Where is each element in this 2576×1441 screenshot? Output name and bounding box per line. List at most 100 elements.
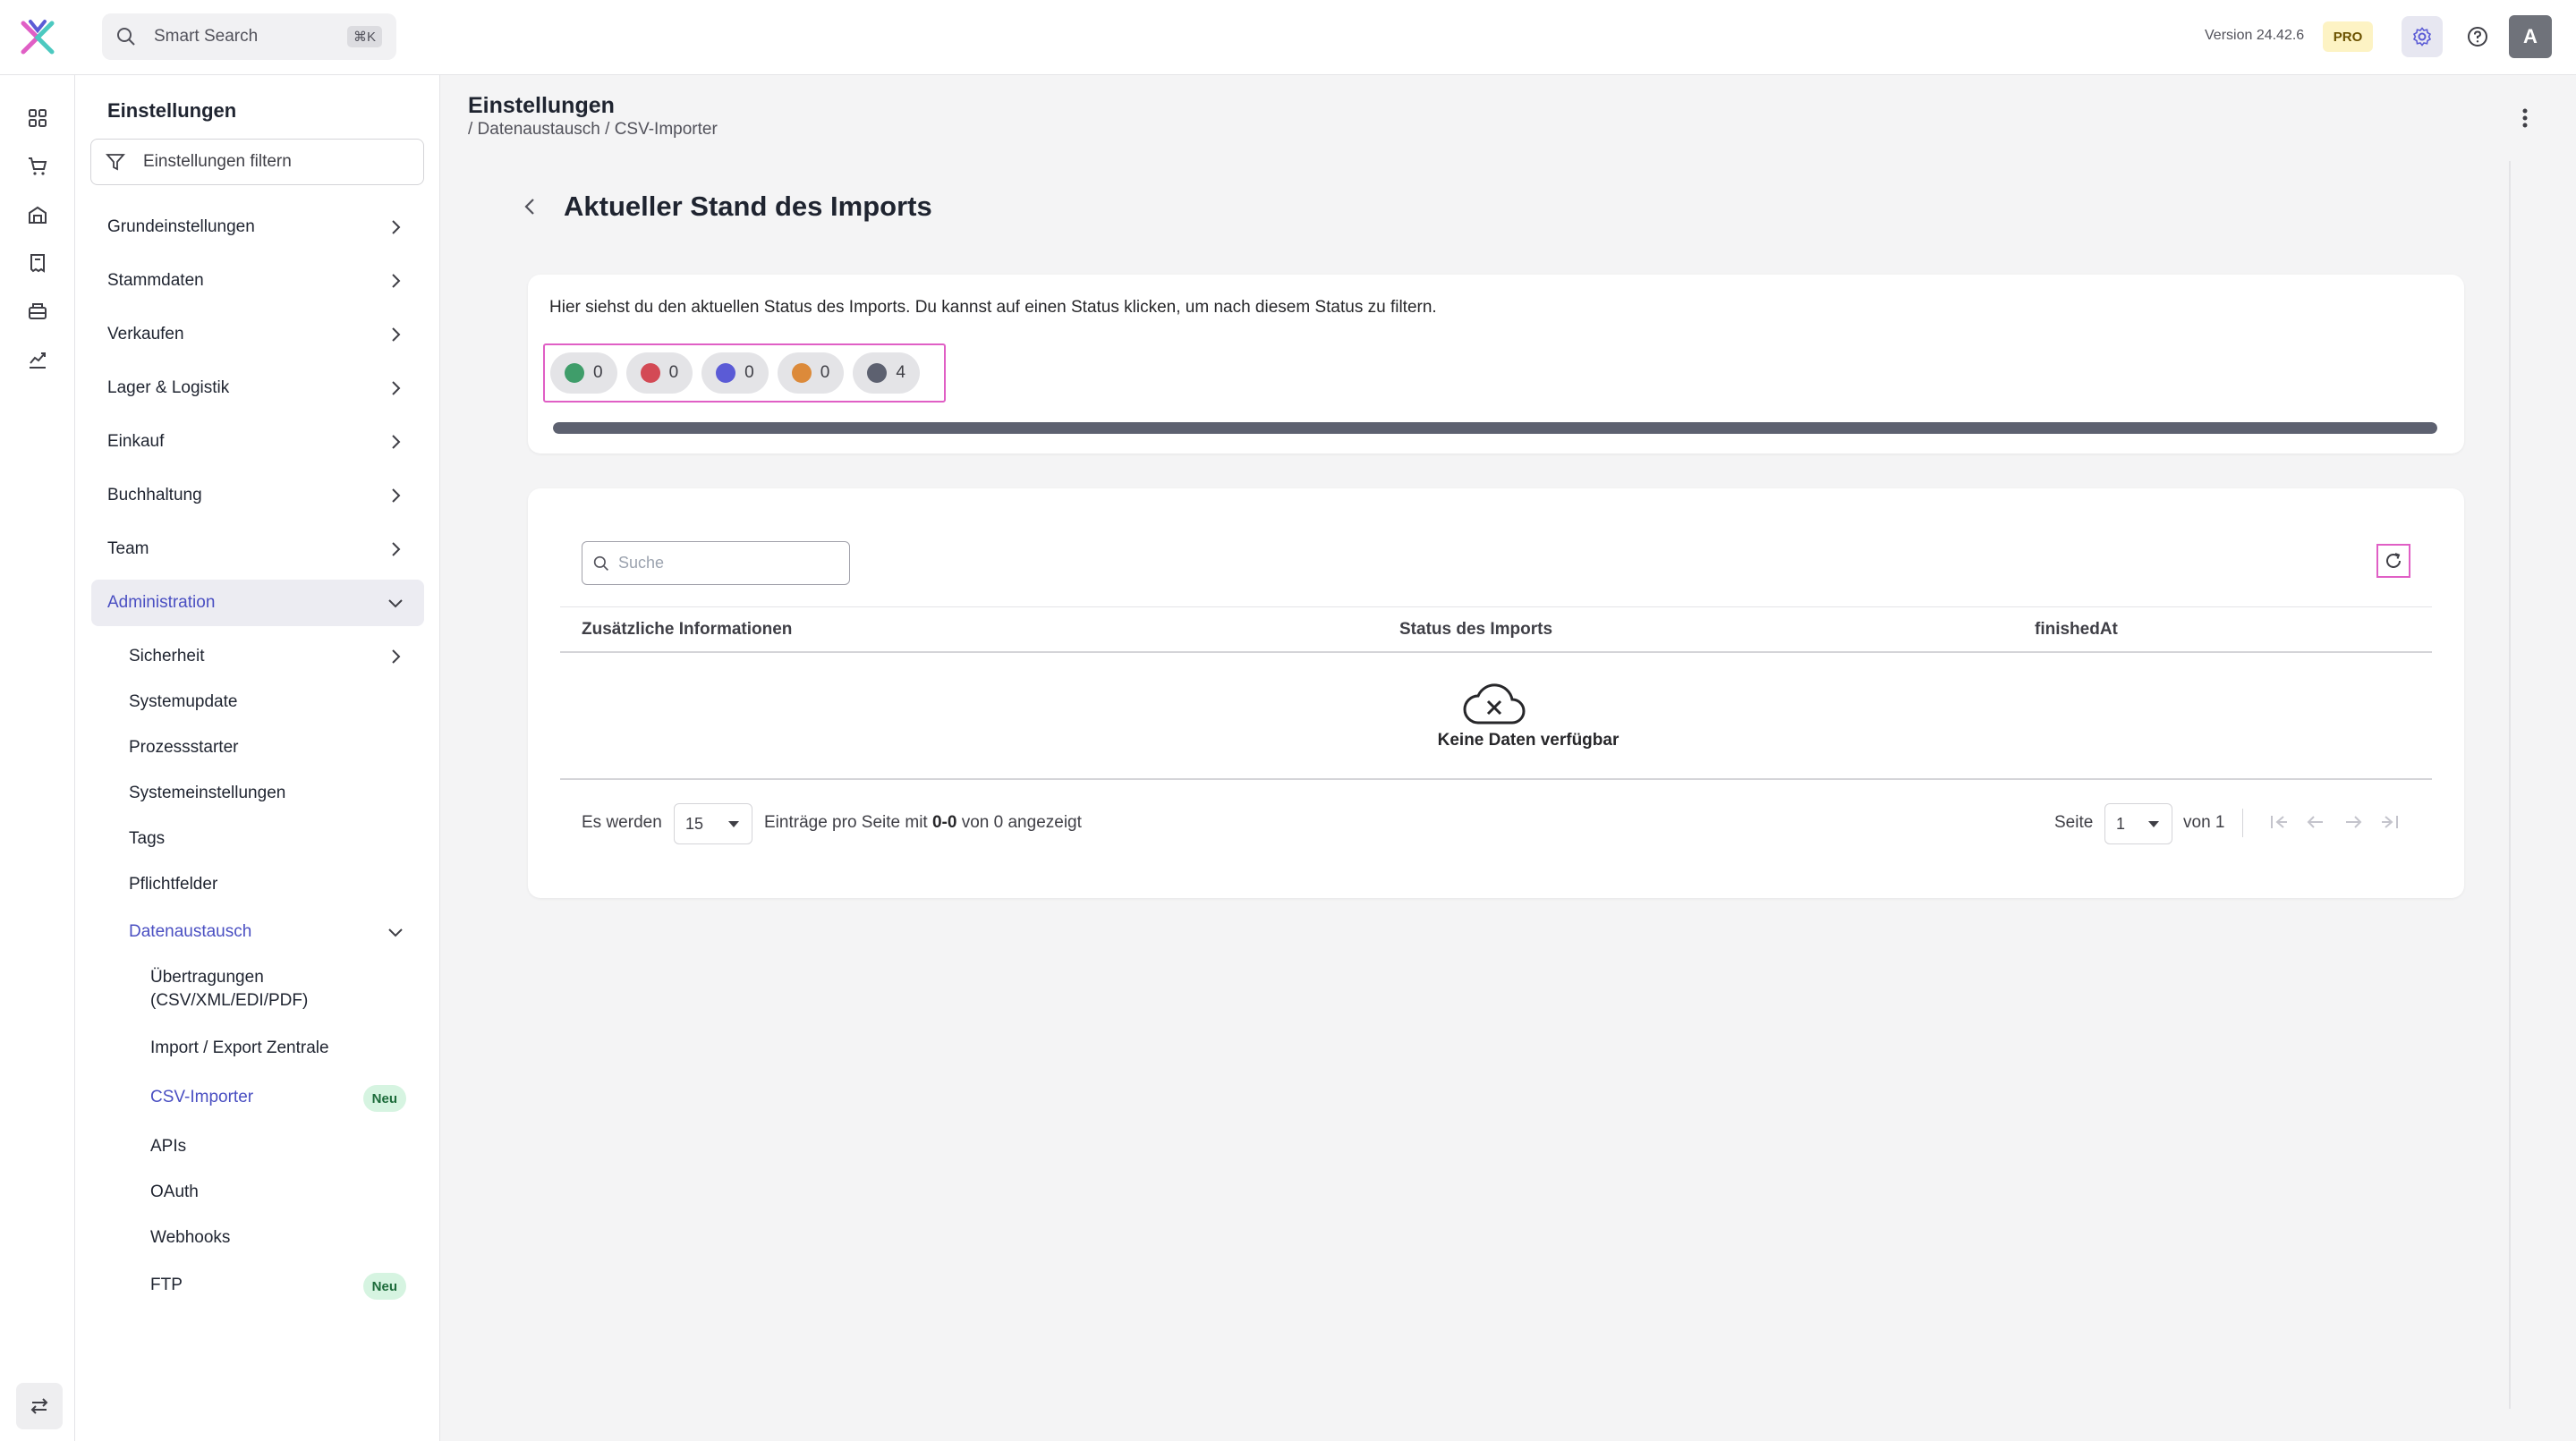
sidebar-item-verkaufen[interactable]: Verkaufen: [91, 311, 424, 358]
chevron-right-icon: [392, 435, 401, 449]
sidebar-item-label: Import / Export Zentrale: [150, 1038, 329, 1057]
chevron-right-icon: [392, 649, 401, 664]
sidebar-item-systemeinstellungen[interactable]: Systemeinstellungen: [91, 770, 424, 817]
sidebar-item-uebertragungen[interactable]: Übertragungen (CSV/XML/EDI/PDF): [91, 962, 424, 1016]
register-icon[interactable]: [23, 297, 52, 326]
sidebar-title: Einstellungen: [107, 99, 237, 122]
cart-icon[interactable]: [23, 152, 52, 181]
sidebar-item-sicherheit[interactable]: Sicherheit: [91, 633, 424, 680]
page-select-value: 1: [2116, 814, 2126, 833]
new-badge: Neu: [362, 1085, 406, 1112]
chevron-right-icon: [392, 327, 401, 342]
sidebar-item-prozessstarter[interactable]: Prozessstarter: [91, 725, 424, 771]
sidebar-item-systemupdate[interactable]: Systemupdate: [91, 679, 424, 725]
import-table-card: Suche Zusätzliche Informationen Status d…: [528, 488, 2464, 898]
sidebar-item-grundeinstellungen[interactable]: Grundeinstellungen: [91, 204, 424, 250]
last-page-icon[interactable]: [2380, 811, 2402, 833]
sidebar-item-oauth[interactable]: OAuth: [91, 1169, 424, 1216]
sidebar-item-csv-importer[interactable]: CSV-Importer Neu: [91, 1074, 424, 1121]
sidebar-item-datenaustausch[interactable]: Datenaustausch: [91, 909, 424, 955]
more-vertical-icon[interactable]: [2520, 106, 2530, 131]
status-count: 0: [820, 363, 830, 382]
sidebar-item-ftp[interactable]: FTP Neu: [91, 1262, 424, 1309]
sidebar-item-administration[interactable]: Administration: [91, 580, 424, 626]
sidebar-item-label: Administration: [107, 593, 216, 612]
sidebar-item-label: FTP: [150, 1276, 183, 1294]
status-chip-error[interactable]: 0: [625, 352, 693, 394]
chevron-down-icon: [388, 599, 403, 608]
analytics-icon[interactable]: [23, 345, 52, 374]
back-arrow-icon[interactable]: [521, 195, 539, 218]
sidebar-item-label: Team: [107, 539, 149, 558]
app-rail: [0, 75, 75, 1441]
column-header-info[interactable]: Zusätzliche Informationen: [582, 620, 792, 640]
status-chip-warning[interactable]: 0: [777, 352, 845, 394]
status-chip-success[interactable]: 0: [550, 352, 617, 394]
sidebar-item-label: Systemupdate: [129, 692, 238, 711]
table-search-input[interactable]: Suche: [582, 541, 850, 585]
search-icon: [593, 555, 608, 571]
page-title: Einstellungen: [468, 93, 615, 118]
sidebar-item-label: Stammdaten: [107, 271, 204, 290]
settings-button[interactable]: [2402, 16, 2443, 57]
settings-filter-input[interactable]: Einstellungen filtern: [90, 139, 424, 185]
status-dot: [716, 363, 736, 383]
sidebar-item-team[interactable]: Team: [91, 526, 424, 572]
status-dot: [565, 363, 584, 383]
smart-search[interactable]: Smart Search ⌘K: [102, 13, 396, 60]
sidebar-item-lager-logistik[interactable]: Lager & Logistik: [91, 365, 424, 411]
sidebar-item-label: Pflichtfelder: [129, 875, 218, 894]
scrollbar[interactable]: [2509, 161, 2511, 1409]
search-icon: [116, 27, 136, 47]
status-chip-pending[interactable]: 4: [853, 352, 920, 394]
sidebar-item-webhooks[interactable]: Webhooks: [91, 1215, 424, 1261]
gear-icon: [2412, 27, 2432, 47]
table-search-placeholder: Suche: [618, 554, 665, 572]
status-chip-processing[interactable]: 0: [701, 352, 769, 394]
status-count: 0: [593, 363, 603, 382]
import-progress-bar: [553, 422, 2437, 434]
sidebar-item-label: APIs: [150, 1137, 187, 1156]
status-dot: [791, 363, 812, 383]
chevron-right-icon: [392, 220, 401, 234]
status-description: Hier siehst du den aktuellen Status des …: [549, 298, 1437, 317]
filter-icon: [106, 154, 125, 171]
sidebar-item-label: Systemeinstellungen: [129, 784, 286, 802]
sidebar-item-stammdaten[interactable]: Stammdaten: [91, 258, 424, 304]
empty-state-text: Keine Daten verfügbar: [1437, 731, 1620, 750]
sidebar-item-tags[interactable]: Tags: [91, 816, 424, 862]
page-size-select[interactable]: 15: [674, 803, 752, 844]
chevron-down-icon: [728, 821, 739, 827]
sidebar-item-pflichtfelder[interactable]: Pflichtfelder: [91, 861, 424, 908]
settings-filter-placeholder: Einstellungen filtern: [143, 152, 292, 171]
help-button[interactable]: [2461, 20, 2495, 54]
breadcrumb[interactable]: / Datenaustausch / CSV-Importer: [468, 120, 718, 140]
dashboard-icon[interactable]: [23, 104, 52, 132]
settings-sidebar: Einstellungen Einstellungen filtern Grun…: [75, 75, 440, 1441]
next-page-icon[interactable]: [2342, 811, 2364, 833]
column-header-status[interactable]: Status des Imports: [1399, 620, 1552, 640]
sidebar-item-einkauf[interactable]: Einkauf: [91, 419, 424, 465]
pagination-summary: Einträge pro Seite mit 0-0 von 0 angezei…: [764, 813, 1082, 833]
sidebar-item-apis[interactable]: APIs: [91, 1123, 424, 1170]
swap-arrows-button[interactable]: [16, 1383, 63, 1429]
column-header-finished-at[interactable]: finishedAt: [2035, 620, 2118, 640]
app-logo-icon[interactable]: [18, 18, 57, 57]
first-page-icon[interactable]: [2267, 811, 2289, 833]
sidebar-item-label: Einkauf: [107, 432, 165, 451]
sidebar-item-buchhaltung[interactable]: Buchhaltung: [91, 472, 424, 519]
chevron-down-icon: [388, 928, 403, 937]
user-avatar[interactable]: A: [2509, 15, 2552, 58]
top-bar: Smart Search ⌘K Version 24.42.6 PRO A: [0, 0, 2576, 75]
receipt-icon[interactable]: [23, 249, 52, 277]
new-badge: Neu: [362, 1273, 406, 1300]
refresh-button[interactable]: [2376, 544, 2410, 578]
help-icon: [2468, 27, 2487, 47]
page-select[interactable]: 1: [2104, 803, 2172, 844]
pagination-divider: [2242, 809, 2243, 837]
previous-page-icon[interactable]: [2305, 811, 2326, 833]
warehouse-icon[interactable]: [23, 200, 52, 229]
sidebar-item-import-export-zentrale[interactable]: Import / Export Zentrale: [91, 1025, 424, 1072]
sidebar-item-label: Sicherheit: [129, 647, 205, 665]
status-count: 0: [668, 363, 679, 382]
